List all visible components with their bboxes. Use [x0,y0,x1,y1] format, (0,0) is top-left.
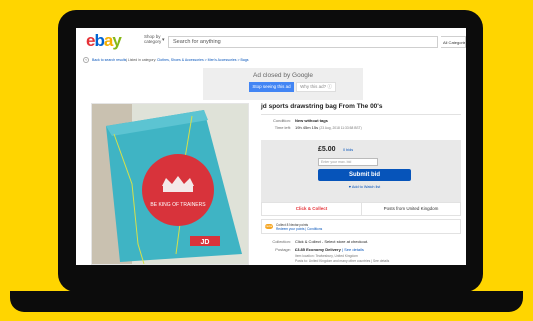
ad-closed-text: Ad closed by Google [253,72,313,79]
listed-in-label: | Listed in category: [126,58,157,62]
category-path-link[interactable]: Clothes, Shoes & Accessories > Men's Acc… [157,56,249,64]
divider [261,114,461,115]
condition-value: New without tags [295,118,328,123]
click-collect-badge: Click & Collect [262,203,362,215]
fulfilment-row: Click & Collect Posts from United Kingdo… [261,202,461,216]
time-left-label: Time left: [274,125,291,130]
why-this-ad-button[interactable]: Why this ad? ⓘ [296,82,336,92]
ebay-header: ebay Shop by category ▾ Search for anyth… [76,28,466,52]
chevron-down-icon[interactable]: ▾ [162,37,165,43]
nectar-redeem-link[interactable]: Redeem your points | Conditions [276,227,322,231]
posts-from-text: Posts from United Kingdom [383,206,439,211]
bids-count-link[interactable]: 0 bids [343,148,353,152]
nectar-points-panel: nectar Collect 8 Nectar points Redeem yo… [261,219,461,234]
svg-text:JD: JD [201,239,210,246]
drawstring-bag-image: BE KING OF TRAINERS JD [92,104,248,264]
category-select[interactable]: All Categories [441,36,466,48]
collection-value: Click & Collect - Select store at checko… [295,239,369,244]
shop-by-category[interactable]: Shop by category [144,34,164,44]
postage-label: Postage: [275,247,291,252]
browser-screen: ebay Shop by category ▾ Search for anyth… [76,28,466,265]
breadcrumb: ‹ Back to search results | Listed in cat… [76,56,466,64]
see-details-link[interactable]: | See details [342,247,364,252]
posts-to: Posts to: United Kingdom and many other … [295,259,390,263]
time-left-value: 19h 45m 15s (23 Aug, 2018 11:33:58 BST) [295,125,362,130]
submit-bid-button[interactable]: Submit bid [318,169,411,181]
svg-text:BE KING OF TRAINERS: BE KING OF TRAINERS [150,202,206,208]
current-price: £5.00 [318,146,336,153]
postage-value: £3.85 Economy Delivery | See details [295,247,364,252]
product-image[interactable]: BE KING OF TRAINERS JD [91,103,249,265]
search-input[interactable]: Search for anything [168,36,438,48]
back-arrow-icon[interactable]: ‹ [83,57,89,63]
bid-panel: £5.00 0 bids Enter your max. bid Submit … [261,140,461,202]
ad-closed-panel: Ad closed by Google Stop seeing this ad … [203,68,363,100]
stop-seeing-ad-button[interactable]: Stop seeing this ad [249,82,294,92]
max-bid-input[interactable]: Enter your max. bid [318,158,378,166]
listing-title: jd sports drawstring bag From The 00's [261,103,383,110]
condition-label: Condition: [272,118,291,123]
collection-label: Collection: [272,239,291,244]
ebay-logo[interactable]: ebay [86,32,122,49]
add-to-watch-list-link[interactable]: ♥ Add to Watch list [318,185,411,189]
back-to-results-link[interactable]: Back to search results [92,56,126,64]
nectar-logo-icon: nectar [265,224,273,229]
laptop-base [10,291,523,312]
